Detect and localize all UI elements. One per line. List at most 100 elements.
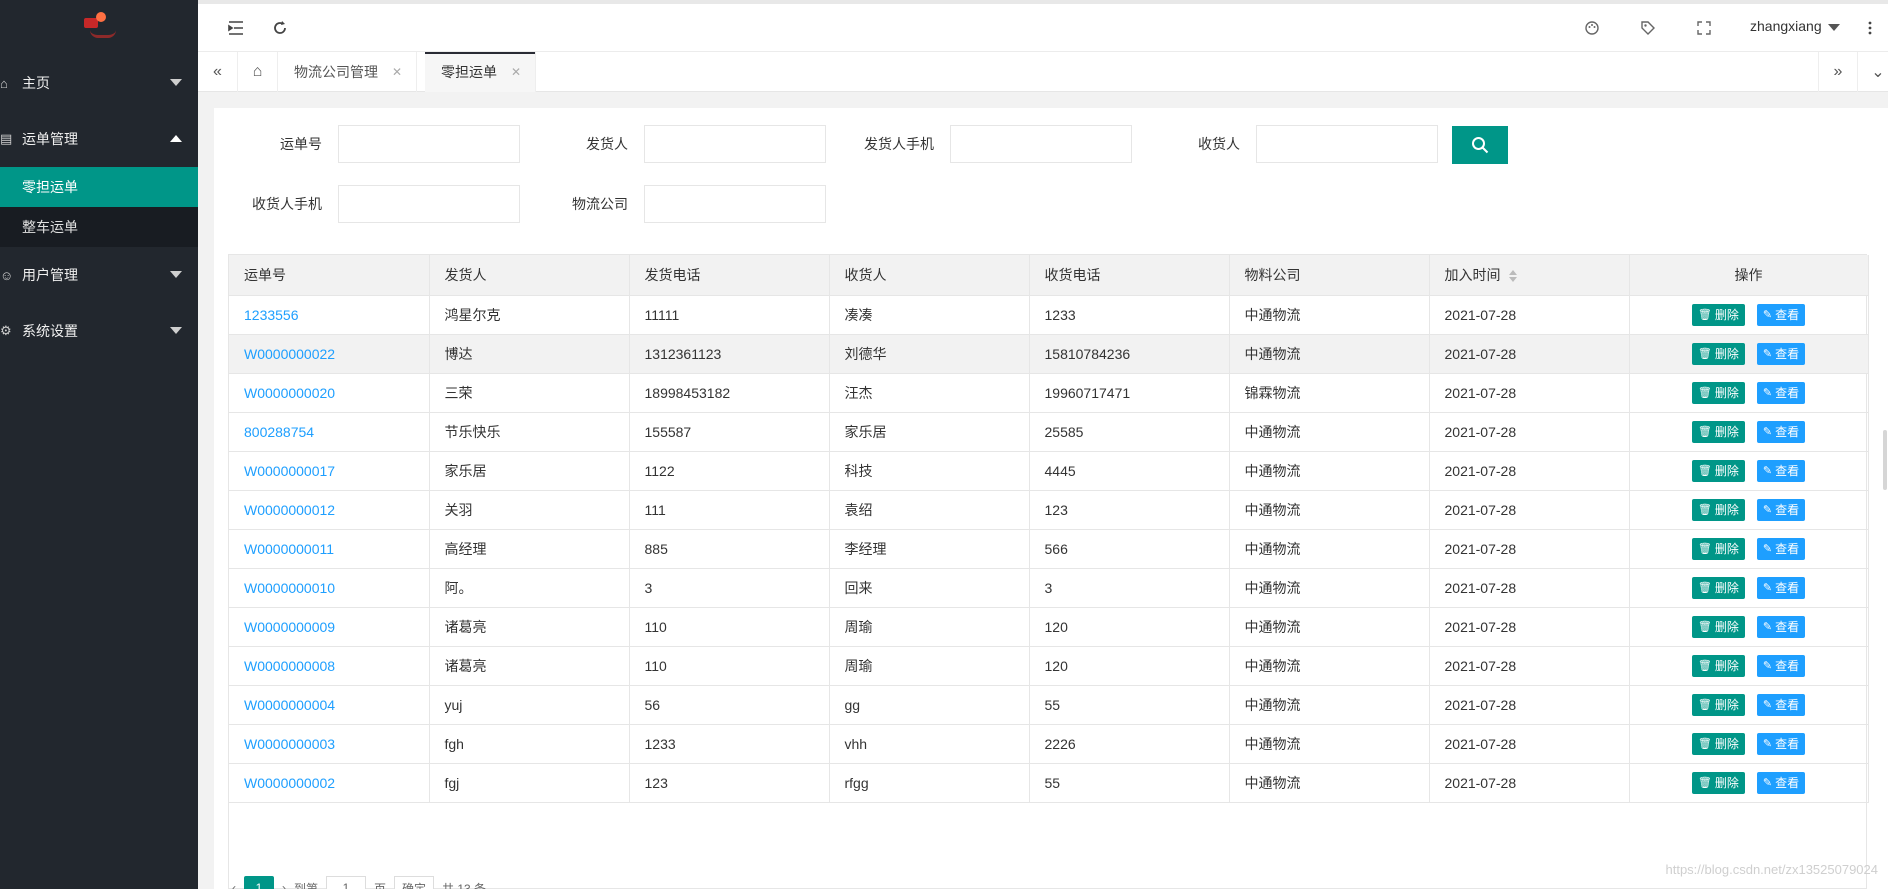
- confirm-page-button[interactable]: 确定: [394, 876, 435, 889]
- view-button[interactable]: ✎ 查看: [1756, 615, 1806, 638]
- view-button[interactable]: ✎ 查看: [1756, 342, 1806, 365]
- close-icon[interactable]: ✕: [511, 65, 521, 79]
- tab-scroll-left-icon[interactable]: «: [198, 52, 238, 92]
- sidebar-item-system-settings[interactable]: ⚙ 系统设置: [0, 303, 198, 359]
- view-label: 查看: [1775, 620, 1800, 634]
- waybill-no-link[interactable]: W0000000008: [229, 646, 430, 686]
- more-vertical-icon[interactable]: [1858, 16, 1882, 40]
- view-button[interactable]: ✎ 查看: [1756, 771, 1806, 794]
- waybill-no-link[interactable]: 800288754: [229, 412, 430, 452]
- delete-button[interactable]: 🗑 删除: [1691, 381, 1745, 404]
- waybill-no-link[interactable]: W0000000003: [229, 724, 430, 764]
- view-button[interactable]: ✎ 查看: [1756, 303, 1806, 326]
- sidebar-item-ltl-waybill[interactable]: 零担运单: [0, 167, 198, 207]
- delete-button[interactable]: 🗑 删除: [1691, 615, 1745, 638]
- tab-scroll-right-icon[interactable]: »: [1818, 52, 1858, 92]
- menu-collapse-icon[interactable]: [224, 16, 248, 40]
- delete-button[interactable]: 🗑 删除: [1691, 576, 1745, 599]
- delete-label: 删除: [1714, 737, 1739, 751]
- sidebar-item-home[interactable]: ⌂ 主页: [0, 55, 198, 111]
- delete-button[interactable]: 🗑 删除: [1691, 693, 1745, 716]
- trash-icon: 🗑: [1697, 465, 1712, 477]
- view-button[interactable]: ✎ 查看: [1756, 693, 1806, 716]
- sidebar-item-label: 运单管理: [22, 131, 78, 147]
- shipper-input[interactable]: [644, 125, 826, 163]
- scrollbar-thumb[interactable]: [1883, 430, 1887, 490]
- sidebar-item-user-management[interactable]: ☺ 用户管理: [0, 247, 198, 303]
- sidebar-item-ftl-waybill[interactable]: 整车运单: [0, 207, 198, 247]
- actions-cell: 🗑 删除 ✎ 查看: [1629, 724, 1869, 764]
- trash-icon: 🗑: [1697, 621, 1712, 633]
- table-row: 800288754 节乐快乐 155587 家乐居 25585 中通物流 2021-07-2…: [229, 412, 1869, 452]
- added-time-cell: 2021-07-28: [1429, 646, 1630, 686]
- delete-button[interactable]: 🗑 删除: [1691, 732, 1745, 755]
- receiver-phone-cell: 2226: [1029, 724, 1230, 764]
- list-icon: ▤: [0, 131, 13, 146]
- added-time-cell: 2021-07-28: [1429, 568, 1630, 608]
- close-icon[interactable]: ✕: [392, 65, 402, 79]
- waybill-no-link[interactable]: W0000000022: [229, 334, 430, 374]
- delete-button[interactable]: 🗑 删除: [1691, 459, 1745, 482]
- delete-button[interactable]: 🗑 删除: [1691, 498, 1745, 521]
- view-button[interactable]: ✎ 查看: [1756, 732, 1806, 755]
- added-time-cell: 2021-07-28: [1429, 451, 1630, 491]
- logistics-company-input[interactable]: [644, 185, 826, 223]
- sidebar-item-waybill-management[interactable]: ▤ 运单管理: [0, 111, 198, 167]
- view-button[interactable]: ✎ 查看: [1756, 420, 1806, 443]
- theme-icon[interactable]: [1580, 16, 1604, 40]
- shipper-phone-input[interactable]: [950, 125, 1132, 163]
- column-header-added-time[interactable]: 加入时间: [1429, 255, 1630, 296]
- refresh-icon[interactable]: [268, 16, 292, 40]
- shipper-phone-cell: 885: [629, 529, 830, 569]
- tab-ltl-waybill[interactable]: 零担运单 ✕: [425, 52, 537, 92]
- delete-button[interactable]: 🗑 删除: [1691, 420, 1745, 443]
- shipper-phone-cell: 11111: [629, 295, 830, 335]
- tab-options-chevron-down-icon[interactable]: ⌄: [1858, 52, 1888, 92]
- tag-icon[interactable]: [1636, 16, 1660, 40]
- column-header-waybill-no: 运单号: [229, 255, 430, 296]
- view-button[interactable]: ✎ 查看: [1756, 381, 1806, 404]
- user-menu[interactable]: zhangxiang: [1750, 18, 1840, 34]
- receiver-cell: rfgg: [829, 763, 1030, 803]
- shipper-cell: 家乐居: [429, 451, 630, 491]
- waybill-no-link[interactable]: W0000000004: [229, 685, 430, 725]
- view-button[interactable]: ✎ 查看: [1756, 498, 1806, 521]
- delivery-scooter-logo-icon[interactable]: [78, 8, 120, 44]
- fullscreen-icon[interactable]: [1692, 16, 1716, 40]
- waybill-no-link[interactable]: W0000000011: [229, 529, 430, 569]
- delete-button[interactable]: 🗑 删除: [1691, 342, 1745, 365]
- waybill-no-link[interactable]: W0000000012: [229, 490, 430, 530]
- view-label: 查看: [1775, 464, 1800, 478]
- receiver-input[interactable]: [1256, 125, 1438, 163]
- delete-button[interactable]: 🗑 删除: [1691, 654, 1745, 677]
- search-button[interactable]: [1452, 126, 1508, 164]
- waybill-no-link[interactable]: W0000000017: [229, 451, 430, 491]
- goto-page-input[interactable]: 1: [326, 876, 367, 889]
- view-button[interactable]: ✎ 查看: [1756, 654, 1806, 677]
- waybill-no-link[interactable]: W0000000010: [229, 568, 430, 608]
- next-page-icon[interactable]: ›: [282, 881, 286, 889]
- receiver-phone-input[interactable]: [338, 185, 520, 223]
- top-header: zhangxiang: [198, 4, 1888, 52]
- shipper-phone-cell: 111: [629, 490, 830, 530]
- delete-button[interactable]: 🗑 删除: [1691, 537, 1745, 560]
- current-page-button[interactable]: 1: [244, 876, 274, 889]
- receiver-cell: 周瑜: [829, 607, 1030, 647]
- delete-button[interactable]: 🗑 删除: [1691, 771, 1745, 794]
- waybill-no-link[interactable]: 1233556: [229, 295, 430, 335]
- field-label: 发货人手机: [864, 136, 934, 152]
- sidebar-item-label: 整车运单: [22, 219, 78, 235]
- sidebar-item-label: 零担运单: [22, 179, 78, 195]
- waybill-no-input[interactable]: [338, 125, 520, 163]
- tab-logistics-company[interactable]: 物流公司管理 ✕: [278, 52, 418, 92]
- waybill-no-link[interactable]: W0000000002: [229, 763, 430, 803]
- waybill-no-link[interactable]: W0000000009: [229, 607, 430, 647]
- home-tab-icon[interactable]: ⌂: [238, 52, 278, 92]
- view-button[interactable]: ✎ 查看: [1756, 537, 1806, 560]
- waybill-no-link[interactable]: W0000000020: [229, 373, 430, 413]
- delete-button[interactable]: 🗑 删除: [1691, 303, 1745, 326]
- sort-icon[interactable]: [1508, 270, 1517, 283]
- prev-page-icon[interactable]: ‹: [232, 881, 236, 889]
- view-button[interactable]: ✎ 查看: [1756, 576, 1806, 599]
- view-button[interactable]: ✎ 查看: [1756, 459, 1806, 482]
